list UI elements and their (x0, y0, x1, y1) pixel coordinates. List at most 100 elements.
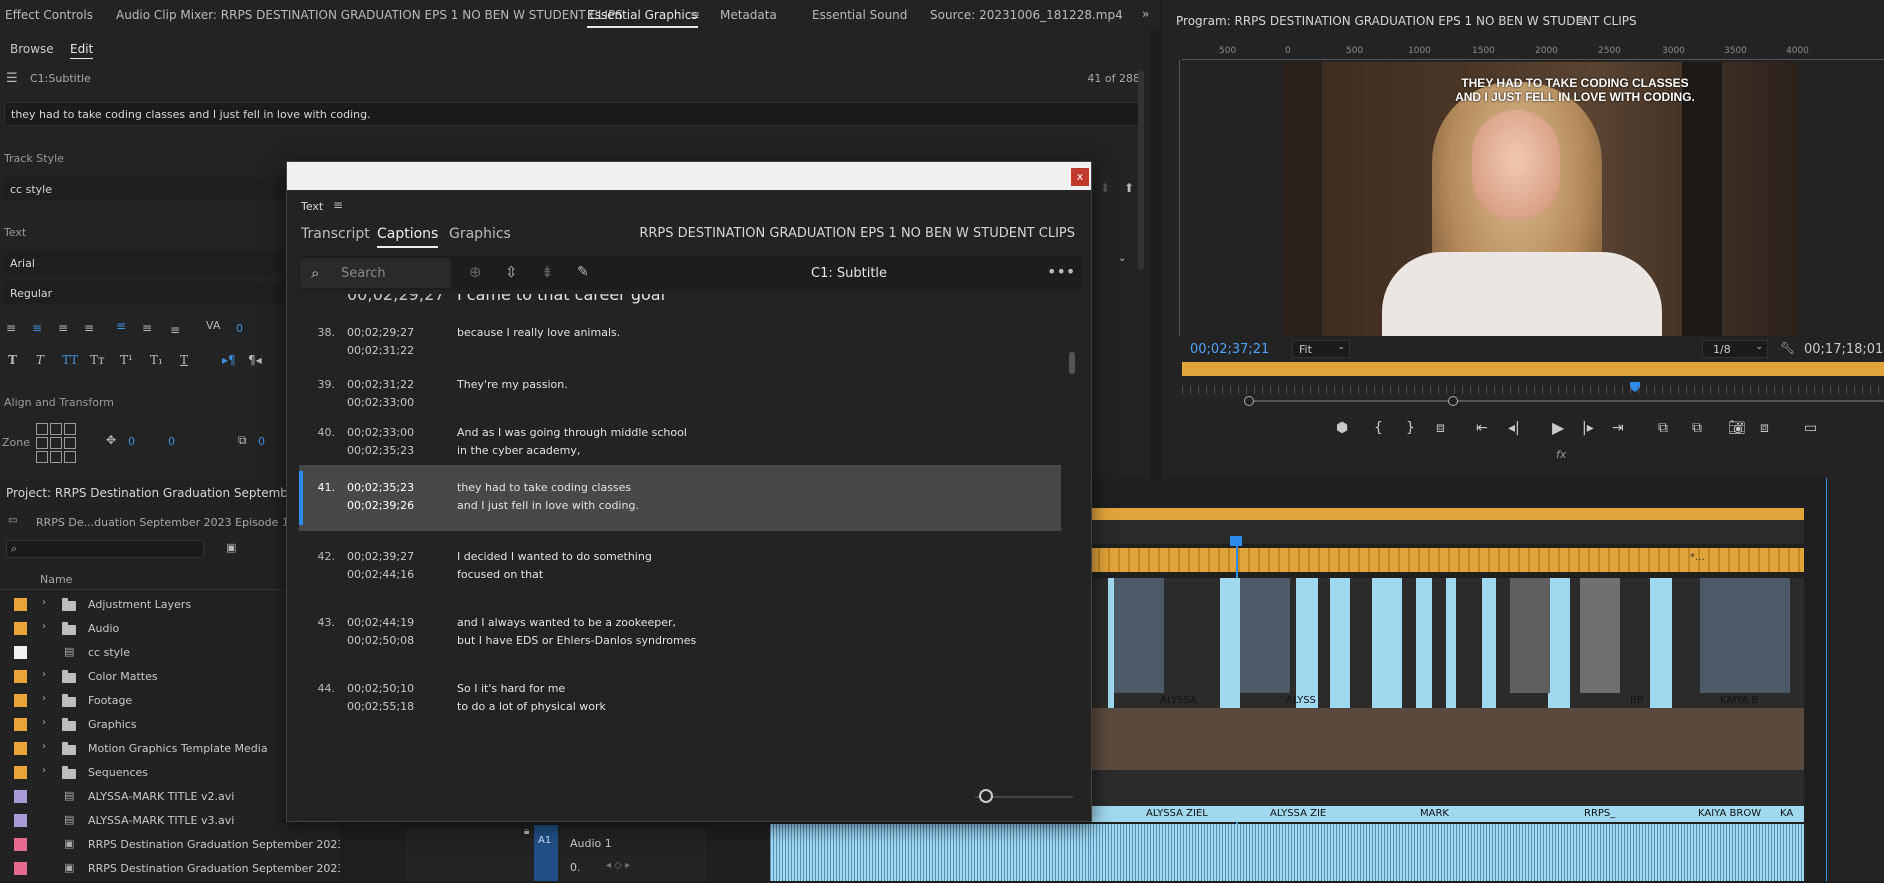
zoom-bar[interactable] (1244, 400, 1884, 402)
caption-list-scrollbar[interactable] (1069, 352, 1075, 374)
track-style-dropdown[interactable]: cc style (4, 178, 304, 200)
tab-essential-sound[interactable]: Essential Sound (812, 8, 907, 22)
caption-text-line-1[interactable]: And as I was going through middle school (457, 424, 687, 442)
font-size-chevron-icon[interactable]: ⌄ (1118, 254, 1126, 264)
clip-label-2[interactable]: ALYSS (1286, 695, 1316, 706)
align-left-icon[interactable]: ≡ (6, 322, 16, 334)
align-bottom-icon[interactable]: ≡ (170, 324, 180, 336)
step-to-out-icon[interactable]: ⇥ (1612, 420, 1624, 436)
step-forward-icon[interactable]: |▸ (1582, 420, 1594, 436)
position-y[interactable]: 0 (168, 435, 175, 448)
caption-out-time[interactable]: 00;02;35;23 (347, 442, 414, 460)
small-caps-icon[interactable]: Tт (90, 354, 105, 366)
vr-video-icon[interactable]: ▭ (1804, 420, 1817, 436)
audio-waveform-left[interactable] (770, 824, 1090, 881)
program-menu-icon[interactable]: ≡ (1576, 14, 1586, 26)
subscript-icon[interactable]: T₁ (150, 354, 163, 366)
camera-icon[interactable]: 📷︎ (1728, 420, 1746, 436)
label-color-swatch[interactable] (14, 694, 27, 707)
overflow-chevron-icon[interactable]: » (1142, 8, 1149, 20)
label-color-swatch[interactable] (14, 646, 27, 659)
tab-metadata[interactable]: Metadata (720, 8, 777, 22)
program-title[interactable]: Program: RRPS DESTINATION GRADUATION EPS… (1176, 14, 1637, 28)
caption-text-line-1[interactable]: they had to take coding classes (457, 479, 631, 497)
audio-clip-label-3[interactable]: MARK (1420, 808, 1449, 819)
underline-icon[interactable]: T (180, 354, 188, 366)
name-column-header[interactable]: Name (40, 573, 72, 586)
chevron-right-icon[interactable]: › (42, 621, 46, 632)
close-button[interactable]: x (1071, 168, 1089, 186)
program-scrub-bar[interactable] (1182, 362, 1884, 376)
step-to-in-icon[interactable]: ⇤ (1476, 420, 1488, 436)
caption-search-input[interactable]: ⌕ Search (301, 258, 451, 288)
caption-in-time[interactable]: 00;02;31;22 (347, 376, 414, 394)
edit-pencil-icon[interactable]: ✎ (577, 265, 589, 279)
audio-volume[interactable]: 0. (570, 861, 581, 874)
caption-out-time[interactable]: 00;02;50;08 (347, 632, 414, 650)
chevron-right-icon[interactable]: › (42, 597, 46, 608)
clip-label-1[interactable]: ALYSSA (1160, 695, 1197, 706)
all-caps-icon[interactable]: TT (62, 354, 78, 366)
faux-italic-icon[interactable]: T (36, 354, 44, 366)
tab-essential-graphics[interactable]: Essential Graphics (587, 8, 698, 28)
caption-text-line-1[interactable]: and I always wanted to be a zookeeper, (457, 614, 676, 632)
caption-row[interactable]: 43. 00;02;44;19 00;02;50;08 and I always wa… (299, 614, 1061, 658)
label-color-swatch[interactable] (14, 766, 27, 779)
tab-transcript[interactable]: Transcript (301, 226, 370, 242)
caption-in-time[interactable]: 00;02;44;19 (347, 614, 414, 632)
caption-track-name[interactable]: C1: Subtitle (811, 266, 887, 281)
ltr-icon[interactable]: ▸¶ (222, 354, 236, 366)
audio-clip-label-4[interactable]: RRPS_ (1584, 808, 1615, 819)
caption-row[interactable]: 44. 00;02;50;10 00;02;55;18 So I it's hard … (299, 680, 1061, 724)
add-caption-icon[interactable]: ⊕ (469, 265, 482, 280)
chevron-right-icon[interactable]: › (42, 669, 46, 680)
caption-in-time[interactable]: 00;02;33;00 (347, 424, 414, 442)
caption-text-line-2[interactable]: focused on that (457, 566, 543, 584)
label-color-swatch[interactable] (14, 862, 27, 875)
audio-clip-label-5[interactable]: KAIYA BROW (1698, 808, 1761, 819)
fx-icon[interactable]: fx (1556, 448, 1566, 461)
clip-label-3[interactable]: RR (1630, 695, 1644, 706)
caption-out-time[interactable]: 00;02;31;22 (347, 342, 414, 360)
caption-row[interactable]: 40. 00;02;33;00 00;02;35;23 And as I was go… (299, 424, 1061, 468)
label-color-swatch[interactable] (14, 742, 27, 755)
eg-scrollbar[interactable] (1138, 70, 1144, 270)
merge-caption-icon[interactable]: ⇟ (541, 265, 554, 280)
align-top-icon[interactable]: ≡ (116, 320, 126, 332)
zoom-handle-left[interactable] (1244, 396, 1254, 406)
caption-row[interactable]: 42. 00;02;39;27 00;02;44;16 I decided I wan… (299, 548, 1061, 592)
project-list-item[interactable]: ▣ RRPS Destination Graduation September 2… (0, 833, 355, 857)
caption-out-time[interactable]: 00;02;55;18 (347, 698, 414, 716)
tab-effect-controls[interactable]: Effect Controls (5, 8, 93, 22)
work-area-bar[interactable] (1090, 508, 1804, 520)
program-timecode[interactable]: 00;02;37;21 (1190, 342, 1269, 357)
playhead-handle[interactable] (1230, 536, 1242, 546)
justify-icon[interactable]: ≡ (84, 322, 94, 334)
partial-caption-row[interactable]: 00;02;29;27 I came to that career goal (299, 294, 1069, 306)
extract-icon[interactable]: ⧉ (1692, 420, 1702, 436)
split-caption-icon[interactable]: ⇳ (505, 265, 518, 280)
label-color-swatch[interactable] (14, 622, 27, 635)
push-up-icon[interactable]: ⬆ (1124, 182, 1134, 194)
caption-text-line-2[interactable]: but I have EDS or Ehlers-Danlos syndrome… (457, 632, 696, 650)
add-marker-icon[interactable]: ⬢ (1336, 420, 1348, 436)
tab-graphics[interactable]: Graphics (449, 226, 511, 242)
rtl-icon[interactable]: ¶◂ (248, 354, 262, 366)
chevron-right-icon[interactable]: › (42, 717, 46, 728)
mark-out-icon[interactable]: } (1406, 420, 1415, 436)
tab-captions[interactable]: Captions (377, 226, 439, 248)
zoom-handle-right[interactable] (1448, 396, 1458, 406)
tab-audio-clip-mixer[interactable]: Audio Clip Mixer: RRPS DESTINATION GRADU… (116, 8, 623, 22)
audio-clip-label-6[interactable]: KA (1780, 808, 1793, 819)
align-right-icon[interactable]: ≡ (58, 322, 68, 334)
superscript-icon[interactable]: T¹ (120, 354, 133, 366)
clip-label-4[interactable]: KAIYA B (1720, 695, 1758, 706)
caption-text-line-2[interactable]: and I just fell in love with coding. (457, 497, 639, 515)
play-icon[interactable]: ▶ (1552, 418, 1564, 437)
dialog-titlebar[interactable]: x (287, 162, 1091, 190)
caption-in-time[interactable]: 00;02;39;27 (347, 548, 414, 566)
audio-clip-label-1[interactable]: ALYSSA ZIEL (1146, 808, 1208, 819)
align-center-icon[interactable]: ≡ (32, 322, 42, 334)
caption-text-line-1[interactable]: So I it's hard for me (457, 680, 565, 698)
caption-in-time[interactable]: 00;02;29;27 (347, 324, 414, 342)
